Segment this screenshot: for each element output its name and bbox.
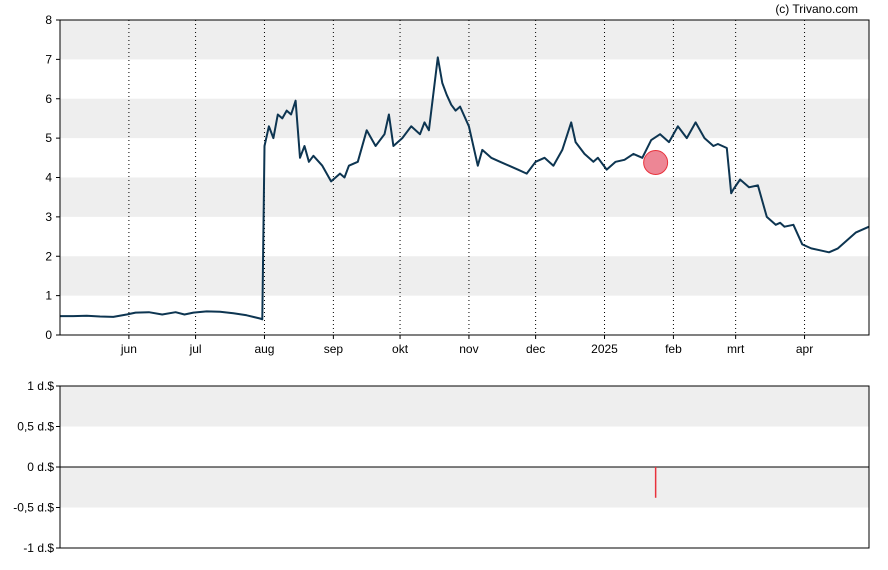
dividend-y-tick-label: -1 d.$ bbox=[23, 541, 54, 555]
price-band bbox=[60, 256, 869, 296]
price-band bbox=[60, 177, 869, 217]
x-tick-label: jul bbox=[189, 342, 202, 356]
x-tick-label: aug bbox=[254, 342, 274, 356]
x-tick-label: apr bbox=[796, 342, 813, 356]
dividend-y-tick-label: 1 d.$ bbox=[27, 379, 54, 393]
x-tick-label: sep bbox=[324, 342, 344, 356]
y-tick-label: 2 bbox=[45, 249, 52, 263]
x-tick-label: mrt bbox=[727, 342, 745, 356]
x-tick-label: nov bbox=[459, 342, 478, 356]
y-tick-label: 5 bbox=[45, 131, 52, 145]
x-tick-label: okt bbox=[392, 342, 409, 356]
price-background-bands bbox=[60, 20, 869, 296]
x-tick-label: jun bbox=[120, 342, 137, 356]
x-tick-label: feb bbox=[665, 342, 682, 356]
dividend-y-axis: 1 d.$ 0,5 d.$ 0 d.$ -0,5 d.$ -1 d.$ bbox=[13, 379, 60, 555]
y-tick-label: 4 bbox=[45, 171, 52, 185]
y-tick-label: 8 bbox=[45, 13, 52, 27]
chart-svg: 0 1 2 3 4 5 6 7 8 jun jul aug sep okt nov dec 2025 feb mr… bbox=[13, 13, 870, 555]
price-x-axis: jun jul aug sep okt nov dec 2025 feb mrt apr bbox=[120, 335, 813, 356]
y-tick-label: 3 bbox=[45, 210, 52, 224]
y-tick-label: 0 bbox=[45, 328, 52, 342]
x-tick-label: 2025 bbox=[591, 342, 618, 356]
copyright-label: (c) Trivano.com bbox=[775, 2, 858, 16]
dividend-band bbox=[60, 386, 869, 427]
price-band bbox=[60, 20, 869, 60]
dividend-y-tick-label: 0,5 d.$ bbox=[17, 420, 54, 434]
dividend-y-tick-label: 0 d.$ bbox=[27, 460, 54, 474]
dividend-background-bands bbox=[60, 386, 869, 508]
price-y-axis: 0 1 2 3 4 5 6 7 8 bbox=[45, 13, 60, 342]
dividend-band bbox=[60, 467, 869, 508]
x-tick-label: dec bbox=[526, 342, 545, 356]
y-tick-label: 6 bbox=[45, 92, 52, 106]
stock-chart: (c) Trivano.com 0 1 2 3 4 5 6 7 8 jun jul aug sep ok… bbox=[0, 0, 888, 565]
y-tick-label: 7 bbox=[45, 52, 52, 66]
y-tick-label: 1 bbox=[45, 289, 52, 303]
current-price-marker bbox=[643, 150, 669, 176]
dividend-y-tick-label: -0,5 d.$ bbox=[13, 501, 54, 515]
